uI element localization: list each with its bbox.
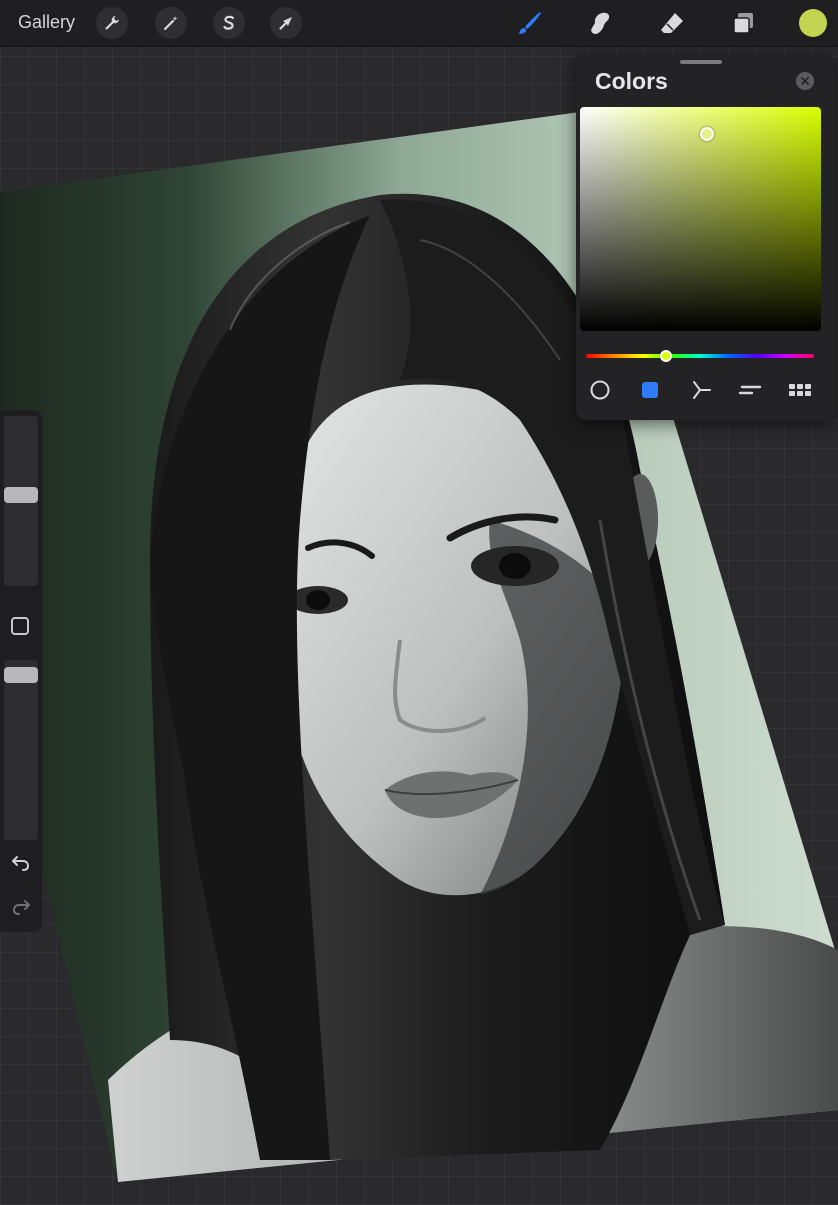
selection-s-icon [223,15,235,30]
disc-mode-button[interactable] [587,379,613,401]
harmony-icon [693,381,711,399]
brush-button[interactable] [515,8,545,38]
left-sidebar [0,410,42,932]
actions-button[interactable] [96,7,128,39]
saturation-value-picker[interactable] [580,107,821,331]
classic-mode-button[interactable] [637,379,663,401]
opacity-slider[interactable] [4,660,38,840]
transform-button[interactable] [270,7,302,39]
top-toolbar: Gallery [0,0,838,47]
eraser-button[interactable] [657,8,687,38]
gallery-button[interactable]: Gallery [18,12,75,33]
palettes-icon [789,384,811,396]
brush-icon [519,12,541,34]
eraser-icon [661,13,683,33]
color-picker-knob[interactable] [700,127,714,141]
left-iris-shape [306,590,330,610]
layers-icon [733,13,753,34]
transform-arrow-icon [279,17,292,30]
value-mode-button[interactable] [737,379,763,401]
redo-arrow-icon [12,900,30,915]
close-panel-button[interactable] [796,72,814,90]
selection-button[interactable] [213,7,245,39]
wrench-icon [105,16,119,30]
opacity-thumb[interactable] [4,666,38,683]
redo-button[interactable] [8,896,34,918]
layers-button[interactable] [728,8,758,38]
smudge-icon [591,12,610,34]
adjustments-button[interactable] [155,7,187,39]
modify-button[interactable] [11,617,29,635]
hue-slider[interactable] [586,354,814,358]
palettes-mode-button[interactable] [787,379,813,401]
value-icon [738,385,762,395]
close-icon [801,77,809,85]
panel-grip-handle[interactable] [680,60,722,64]
undo-button[interactable] [8,852,34,874]
brush-size-slider[interactable] [4,416,38,586]
classic-icon [642,382,658,398]
right-iris-shape [499,553,531,579]
magic-wand-icon [163,16,178,31]
harmony-mode-button[interactable] [688,379,714,401]
colors-panel-title: Colors [595,68,668,94]
colors-panel: Colors [576,54,834,420]
current-color-swatch[interactable] [799,9,827,37]
undo-arrow-icon [12,856,30,871]
smudge-button[interactable] [585,8,615,38]
brush-size-thumb[interactable] [4,486,38,503]
disc-icon [590,380,610,400]
hue-slider-knob[interactable] [660,350,672,362]
